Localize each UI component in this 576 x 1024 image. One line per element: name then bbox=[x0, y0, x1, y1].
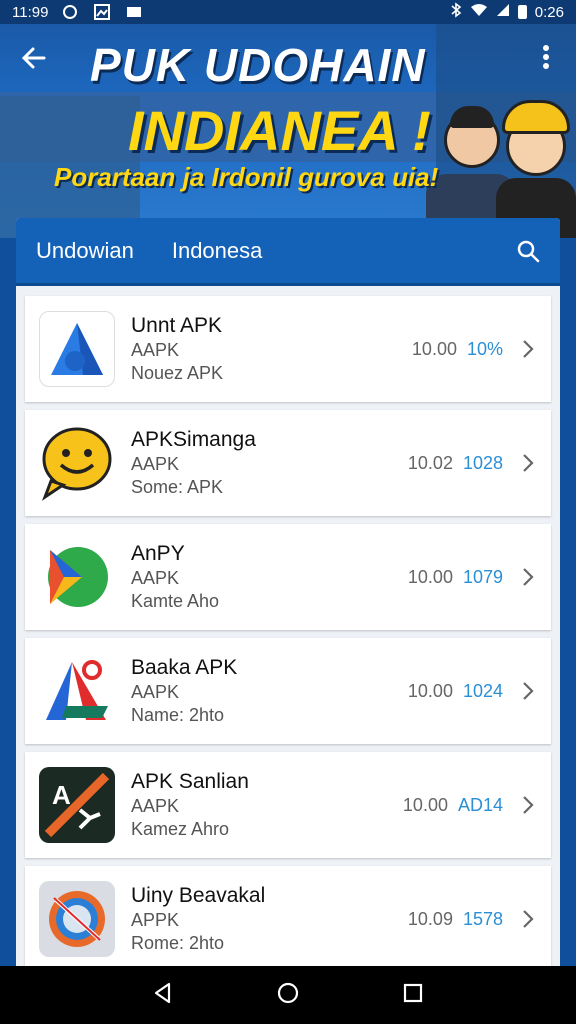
chevron-right-icon bbox=[521, 795, 535, 815]
list-item[interactable]: Uiny Beavakal APPK Rome: 2hto 10.09 1578 bbox=[25, 866, 551, 972]
app-type: AAPK bbox=[131, 454, 180, 474]
dark-a-slash-icon: A bbox=[39, 767, 115, 843]
image-icon bbox=[94, 4, 111, 20]
list-item[interactable]: AnPY AAPK Kamte Aho 10.00 1079 bbox=[25, 524, 551, 630]
wifi-icon bbox=[470, 3, 488, 21]
banner-title: PUK UDOHAIN bbox=[90, 39, 426, 91]
recents-square-icon[interactable] bbox=[401, 981, 425, 1010]
app-name: Baaka APK bbox=[131, 656, 238, 679]
app-type: APPK bbox=[131, 910, 180, 930]
bluetooth-icon bbox=[450, 2, 462, 22]
card-header: Undowian Indonesa bbox=[16, 218, 560, 286]
list-item[interactable]: Unnt APK AAPK Nouez APK 10.00 10% bbox=[25, 296, 551, 402]
character-cap bbox=[450, 106, 494, 128]
list-item[interactable]: Baaka APK AAPK Name: 2hto 10.00 1024 bbox=[25, 638, 551, 744]
list-item[interactable]: A APK Sanlian AAPK Kamez Ahro 10.00 AD14 bbox=[25, 752, 551, 858]
app-list: Unnt APK AAPK Nouez APK 10.00 10% APKSim… bbox=[25, 296, 551, 978]
app-type: AAPK bbox=[131, 796, 180, 816]
home-circle-icon[interactable] bbox=[276, 981, 300, 1010]
banner-tagline: Porartaan ja Irdonil gurova uia! bbox=[54, 162, 439, 192]
app-subtitle: Nouez APK bbox=[131, 363, 224, 383]
app-version: 10.02 bbox=[407, 452, 453, 473]
banner-subtitle: INDIANEA ! bbox=[128, 99, 431, 162]
battery-icon bbox=[517, 5, 527, 19]
app-name: Unnt APK bbox=[131, 314, 223, 337]
chevron-right-icon bbox=[521, 339, 535, 359]
app-subtitle: Kamez Ahro bbox=[131, 819, 230, 839]
system-nav-bar bbox=[0, 966, 576, 1024]
app-version: 10.00 bbox=[402, 794, 448, 815]
app-type: AAPK bbox=[131, 682, 180, 702]
status-bar: 11:99 0:26 bbox=[0, 0, 576, 24]
app-subtitle: Kamte Aho bbox=[131, 591, 220, 611]
smiley-bubble-icon bbox=[39, 425, 115, 501]
app-size: 1024 bbox=[462, 680, 503, 701]
app-type: AAPK bbox=[131, 340, 180, 360]
app-list-card: Undowian Indonesa Unnt APK AAPK Nouez AP… bbox=[16, 218, 560, 978]
app-subtitle: Rome: 2hto bbox=[131, 933, 225, 953]
sync-icon bbox=[62, 4, 78, 20]
list-item[interactable]: APKSimanga AAPK Some: APK 10.02 1028 bbox=[25, 410, 551, 516]
app-type: AAPK bbox=[131, 568, 180, 588]
app-size: 10% bbox=[466, 338, 503, 359]
app-version: 10.09 bbox=[407, 908, 453, 929]
compass-icon bbox=[39, 881, 115, 957]
app-version: 10.00 bbox=[411, 338, 457, 359]
app-version: 10.00 bbox=[407, 566, 453, 587]
signal-icon bbox=[496, 3, 510, 21]
banner: PUK UDOHAIN INDIANEA ! Porartaan ja Irdo… bbox=[0, 24, 576, 238]
app-size: AD14 bbox=[457, 794, 503, 815]
red-blue-a-icon bbox=[39, 653, 115, 729]
overflow-menu-icon[interactable] bbox=[536, 44, 556, 76]
app-name: APK Sanlian bbox=[131, 770, 249, 793]
mail-icon bbox=[126, 4, 142, 20]
tab-undowian[interactable]: Undowian bbox=[36, 238, 134, 264]
chevron-right-icon bbox=[521, 453, 535, 473]
status-time: 11:99 bbox=[12, 3, 49, 21]
app-size: 1578 bbox=[462, 908, 503, 929]
chevron-right-icon bbox=[521, 909, 535, 929]
app-subtitle: Name: 2hto bbox=[131, 705, 225, 725]
svg-text:A: A bbox=[52, 780, 71, 810]
app-size: 1028 bbox=[462, 452, 503, 473]
green-play-icon bbox=[39, 539, 115, 615]
app-version: 10.00 bbox=[407, 680, 453, 701]
back-triangle-icon[interactable] bbox=[151, 981, 175, 1010]
app-subtitle: Some: APK bbox=[131, 477, 224, 497]
status-battery-time: 0:26 bbox=[534, 3, 564, 21]
blue-a-icon bbox=[39, 311, 115, 387]
chevron-right-icon bbox=[521, 681, 535, 701]
chevron-right-icon bbox=[521, 567, 535, 587]
back-arrow-icon[interactable] bbox=[20, 44, 52, 76]
app-name: APKSimanga bbox=[131, 428, 256, 451]
tab-indonesa[interactable]: Indonesa bbox=[172, 238, 263, 264]
app-size: 1079 bbox=[462, 566, 503, 587]
app-name: AnPY bbox=[131, 542, 185, 565]
search-icon[interactable] bbox=[516, 239, 540, 263]
app-name: Uiny Beavakal bbox=[131, 884, 266, 907]
